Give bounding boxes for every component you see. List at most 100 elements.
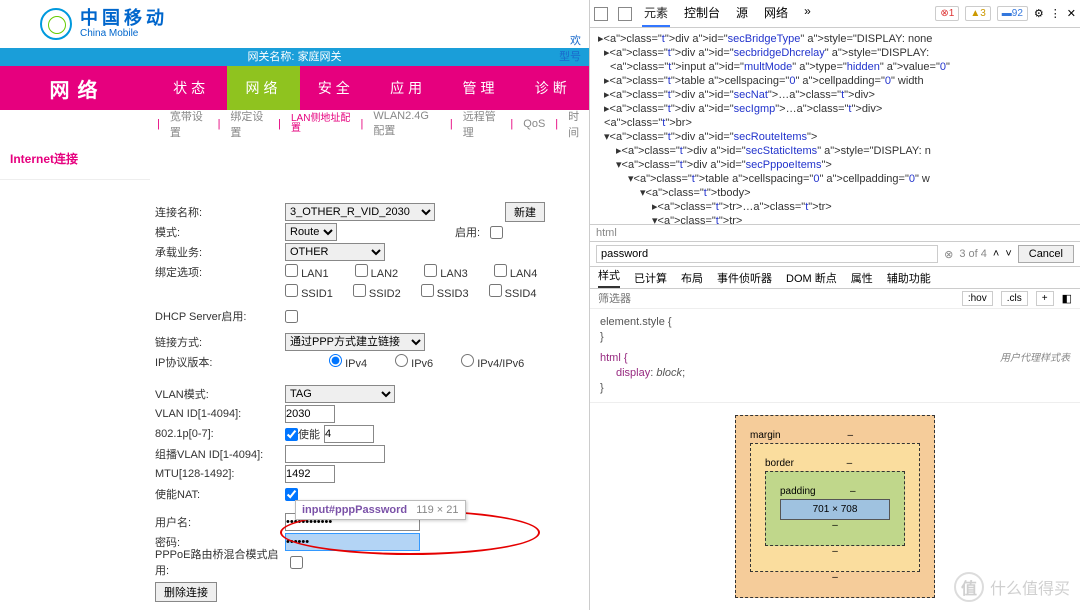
sidebar-toggle-icon[interactable]: ◧	[1062, 292, 1072, 305]
lan3-checkbox[interactable]	[424, 264, 437, 277]
clear-icon[interactable]: ⊗	[944, 248, 953, 261]
mtu-input[interactable]	[285, 465, 335, 483]
ssid4-checkbox[interactable]	[489, 284, 502, 297]
brand-cn: 中国移动	[80, 9, 168, 29]
sub-bind[interactable]: 绑定设置	[228, 108, 270, 140]
pppoe-label: PPPoE路由桥混合模式启用:	[155, 546, 290, 578]
tab-network[interactable]: 网络	[762, 0, 790, 27]
more-icon[interactable]: ⋮	[1050, 7, 1061, 20]
padding-label: padding	[780, 486, 816, 497]
bind-label: 绑定选项:	[155, 264, 285, 280]
tab-dom-bp[interactable]: DOM 断点	[786, 270, 837, 286]
sidebar-internet[interactable]: Internet连接	[0, 138, 150, 180]
sub-qos[interactable]: QoS	[521, 118, 547, 130]
nav-title: 网络	[0, 66, 155, 110]
breadcrumb[interactable]: html	[590, 225, 1080, 242]
add-rule-button[interactable]: +	[1036, 291, 1054, 306]
nav-diag[interactable]: 诊断	[517, 66, 589, 110]
brand-en: China Mobile	[80, 28, 168, 39]
cls-button[interactable]: .cls	[1001, 291, 1028, 306]
ssid3-checkbox[interactable]	[421, 284, 434, 297]
enable-checkbox[interactable]	[490, 226, 503, 239]
gateway-name: 家庭网关	[298, 51, 342, 63]
tab-sources[interactable]: 源	[734, 0, 750, 27]
margin-label: margin	[750, 430, 781, 441]
connection-form: 连接名称: 3_OTHER_R_VID_2030 新建 模式: Route 启用…	[155, 160, 585, 602]
search-count: 3 of 4	[959, 248, 987, 260]
tab-styles[interactable]: 样式	[598, 267, 620, 288]
sub-nav: |宽带设置 |绑定设置 |LAN侧地址配置 |WLAN2.4G配置 |远程管理 …	[0, 110, 589, 138]
sidebar: Internet连接	[0, 138, 150, 180]
header: 中国移动 China Mobile	[0, 0, 589, 48]
8021p-input[interactable]	[324, 425, 374, 443]
vlan-select[interactable]: TAG	[285, 385, 395, 403]
tab-props[interactable]: 属性	[851, 270, 873, 286]
ssid1-checkbox[interactable]	[285, 284, 298, 297]
link-label: 链接方式:	[155, 334, 285, 350]
sub-time[interactable]: 时间	[566, 108, 589, 140]
service-label: 承载业务:	[155, 244, 285, 260]
lan2-checkbox[interactable]	[355, 264, 368, 277]
vlanid-label: VLAN ID[1-4094]:	[155, 408, 285, 420]
sub-broadband[interactable]: 宽带设置	[168, 108, 210, 140]
mcast-input[interactable]	[285, 445, 385, 463]
dom-tree[interactable]: ▸<a">class="t">div a">id="secBridgeType"…	[590, 28, 1080, 225]
tab-a11y[interactable]: 辅助功能	[887, 270, 931, 286]
tab-elements[interactable]: 元素	[642, 0, 670, 27]
nav-manage[interactable]: 管理	[444, 66, 516, 110]
8021p-label: 802.1p[0-7]:	[155, 428, 285, 440]
lan1-checkbox[interactable]	[285, 264, 298, 277]
tab-layout[interactable]: 布局	[681, 270, 703, 286]
tooltip-selector: input#pppPassword	[302, 504, 407, 516]
sub-wlan[interactable]: WLAN2.4G配置	[371, 110, 442, 138]
ipv4-radio[interactable]	[329, 354, 342, 367]
search-bar: ⊗ 3 of 4 ˄ ˅ Cancel	[590, 242, 1080, 267]
ipv46-radio[interactable]	[461, 354, 474, 367]
tab-listeners[interactable]: 事件侦听器	[717, 270, 772, 286]
pppoe-checkbox[interactable]	[290, 556, 303, 569]
nav-app[interactable]: 应用	[372, 66, 444, 110]
ssid2-checkbox[interactable]	[353, 284, 366, 297]
password-input[interactable]	[285, 533, 420, 551]
sub-remote[interactable]: 远程管理	[461, 108, 503, 140]
conn-name-select[interactable]: 3_OTHER_R_VID_2030	[285, 203, 435, 221]
link-select[interactable]: 通过PPP方式建立链接	[285, 333, 425, 351]
cancel-button[interactable]: Cancel	[1018, 245, 1074, 263]
content-size: 701 × 708	[780, 499, 890, 520]
filter-bar: :hov .cls + ◧	[590, 289, 1080, 309]
enable-label: 启用:	[455, 224, 480, 240]
lan4-checkbox[interactable]	[494, 264, 507, 277]
tab-computed[interactable]: 已计算	[634, 270, 667, 286]
next-icon[interactable]: ˅	[1005, 248, 1011, 260]
tab-console[interactable]: 控制台	[682, 0, 722, 27]
welcome-text: 欢	[570, 32, 581, 48]
dhcp-checkbox[interactable]	[285, 310, 298, 323]
hov-button[interactable]: :hov	[962, 291, 993, 306]
tab-more[interactable]: »	[802, 0, 813, 27]
nav-status[interactable]: 状态	[155, 66, 227, 110]
prev-icon[interactable]: ˄	[993, 248, 999, 260]
styles-tabs: 样式 已计算 布局 事件侦听器 DOM 断点 属性 辅助功能	[590, 267, 1080, 289]
ip-label: IP协议版本:	[155, 354, 285, 370]
gear-icon[interactable]: ⚙	[1034, 7, 1044, 20]
vlanid-input[interactable]	[285, 405, 335, 423]
close-icon[interactable]: ✕	[1067, 7, 1076, 20]
search-input[interactable]	[596, 245, 938, 263]
nav-security[interactable]: 安全	[300, 66, 372, 110]
nat-checkbox[interactable]	[285, 488, 298, 501]
delete-button[interactable]: 删除连接	[155, 582, 217, 602]
service-select[interactable]: OTHER	[285, 243, 385, 261]
new-button[interactable]: 新建	[505, 202, 545, 222]
watermark: 值 什么值得买	[954, 572, 1070, 602]
nav-network[interactable]: 网络	[227, 66, 299, 110]
css-rules[interactable]: element.style { } html { 用户代理样式表 display…	[590, 309, 1080, 403]
device-icon[interactable]	[618, 7, 632, 21]
sub-lan[interactable]: LAN侧地址配置	[289, 114, 353, 134]
ipv6-radio[interactable]	[395, 354, 408, 367]
dhcp-label: DHCP Server启用:	[155, 308, 285, 324]
inspect-icon[interactable]	[594, 7, 608, 21]
border-label: border	[765, 458, 794, 469]
filter-input[interactable]	[598, 293, 954, 305]
8021p-checkbox[interactable]	[285, 428, 298, 441]
mode-select[interactable]: Route	[285, 223, 337, 241]
